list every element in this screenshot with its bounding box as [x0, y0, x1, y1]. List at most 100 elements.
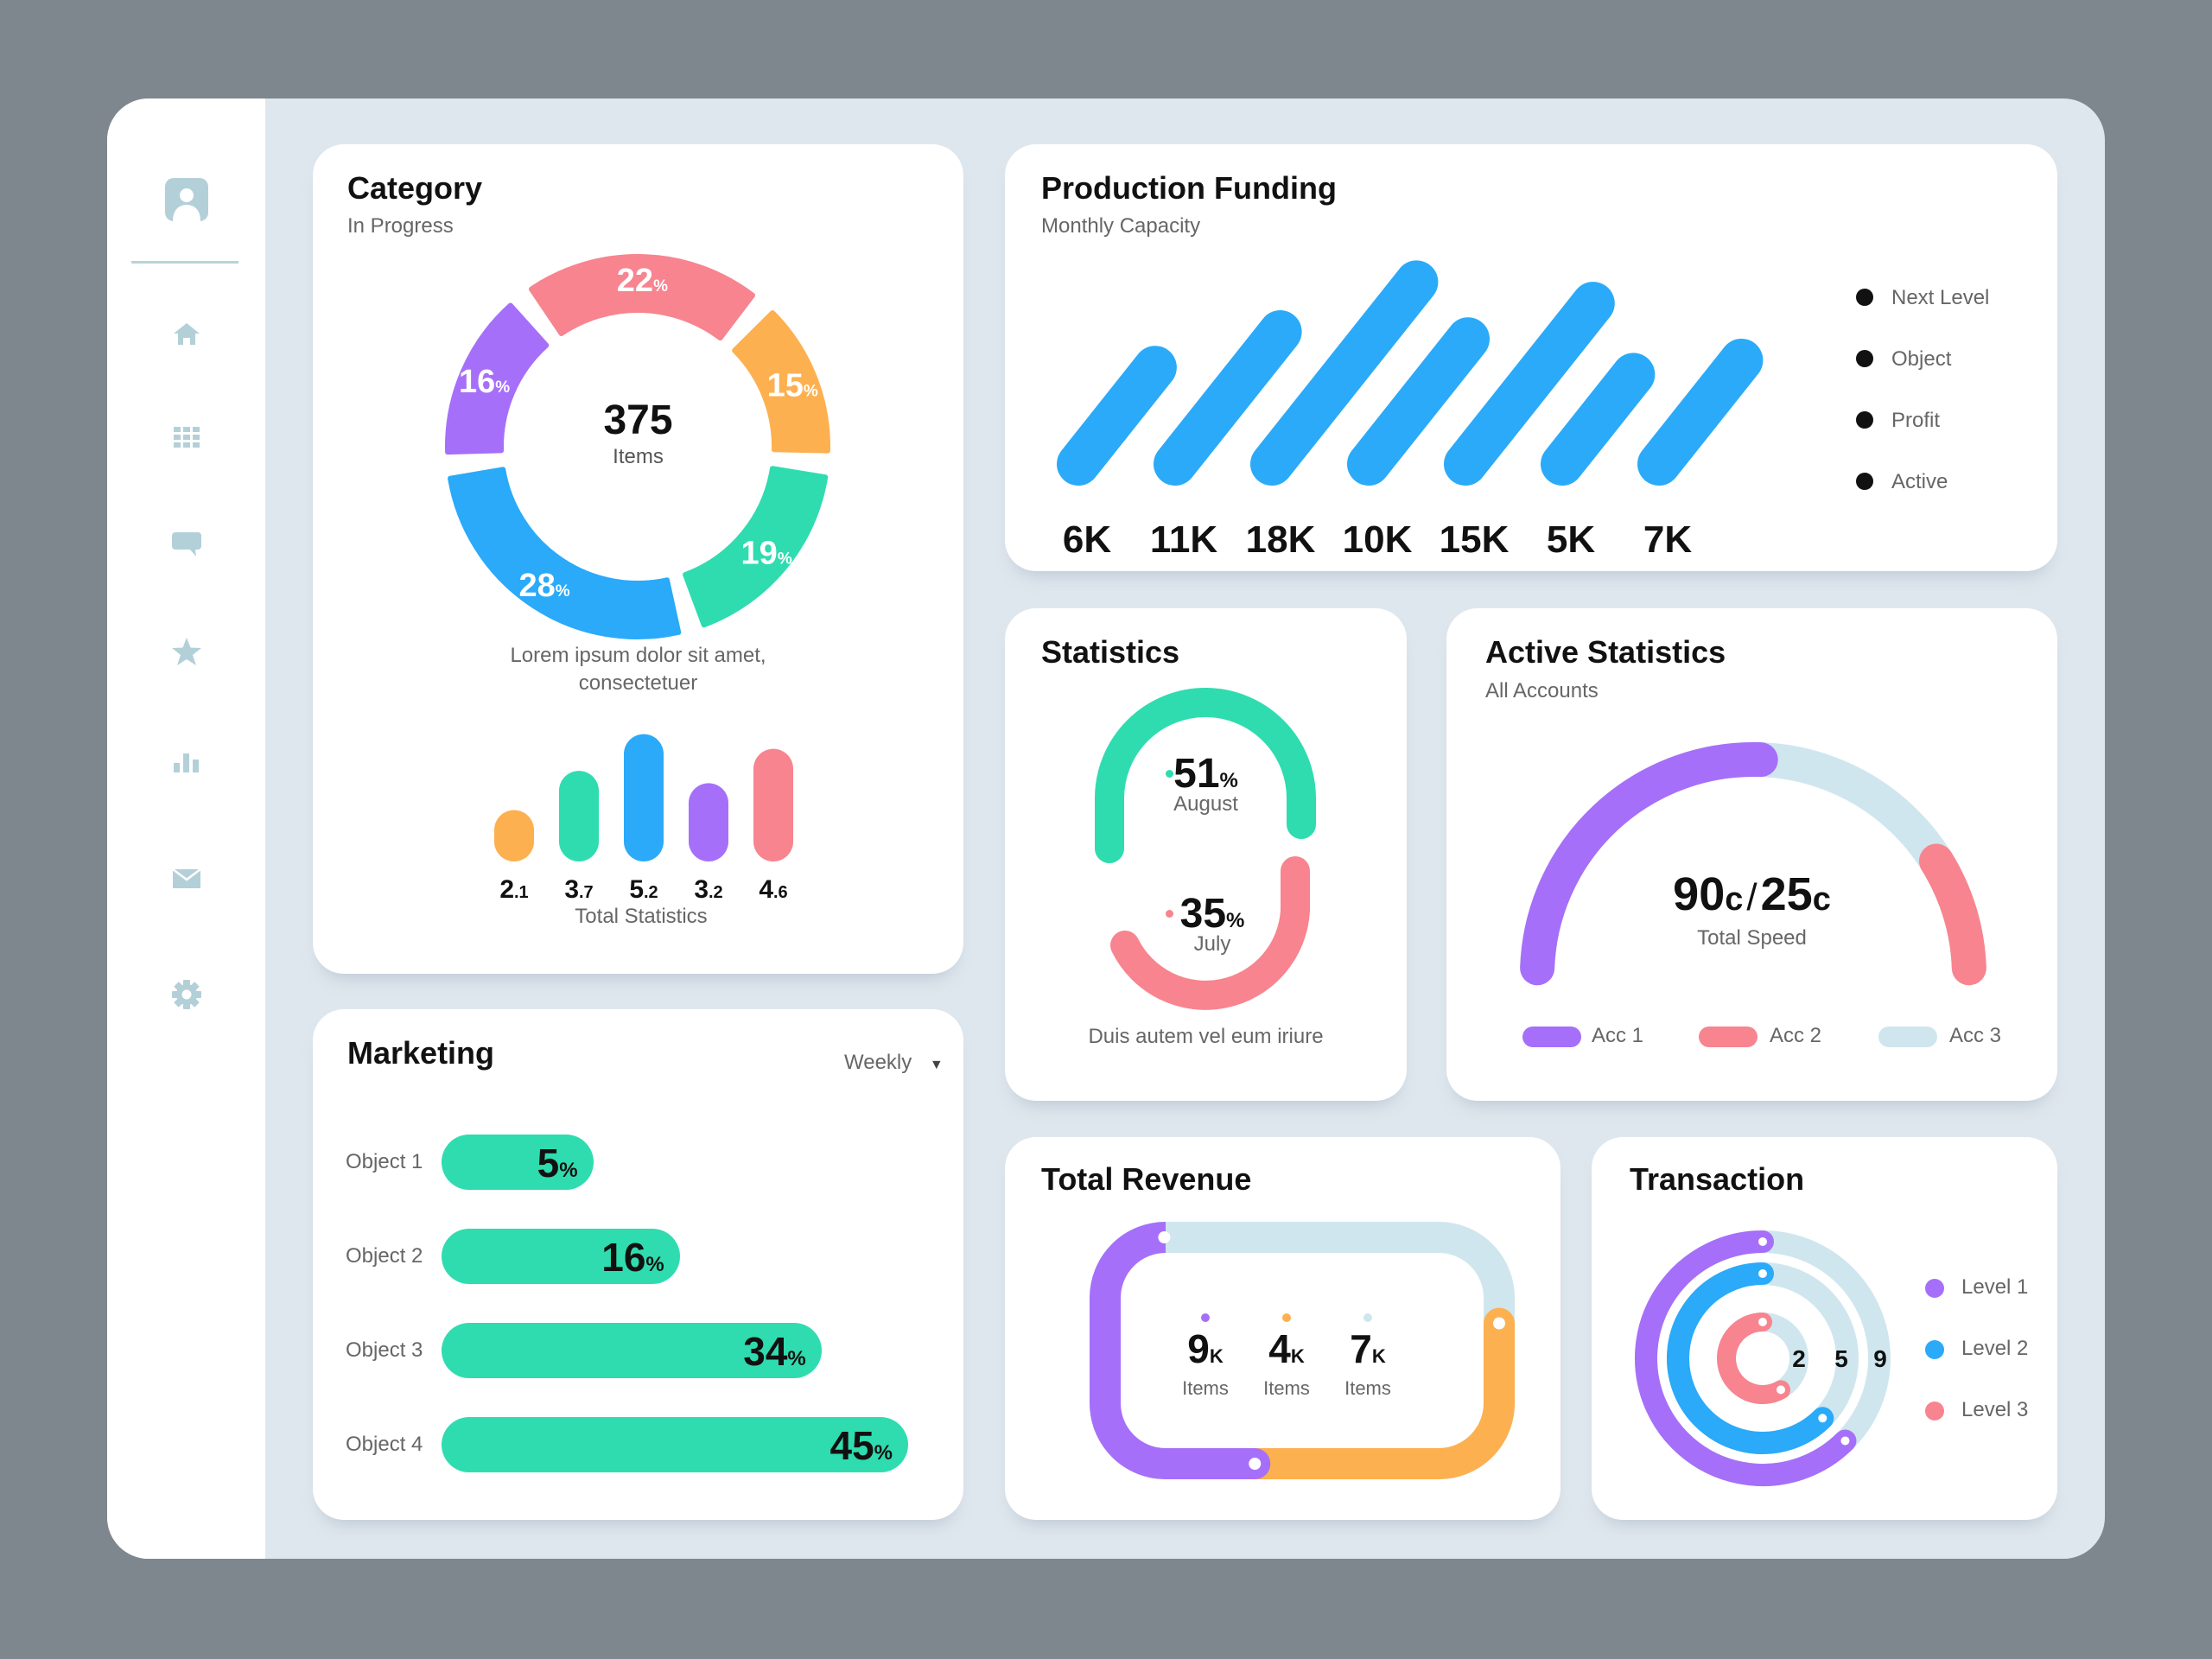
level-dot-3 [1925, 1402, 1944, 1421]
legend-item-4[interactable]: Active [1891, 470, 1948, 494]
transaction-marker-end-3 [1777, 1385, 1785, 1395]
production-funding-chart: 6K 11K 18K 10K 15K 5K 7K [1057, 260, 1764, 559]
statistics-title: Statistics [1041, 634, 1180, 670]
stat-bar-label-3: 5.2 [629, 875, 658, 904]
marketing-label-4: Object 4 [346, 1433, 423, 1456]
stat-bar-5[interactable] [753, 748, 793, 861]
stat-bar-2[interactable] [559, 771, 599, 861]
revenue-label-3: Items [1344, 1377, 1391, 1399]
speed-unit-b: c [1812, 881, 1831, 918]
funding-label-1: 6K [1063, 518, 1111, 559]
statistics-gauges [1095, 688, 1316, 1010]
star-icon[interactable] [171, 637, 202, 666]
funding-label-5: 15K [1440, 518, 1510, 559]
marketing-value-1: 5% [537, 1141, 578, 1185]
acc3-label: Acc 3 [1949, 1024, 2002, 1047]
transaction-marker-end-1 [1840, 1436, 1850, 1446]
acc3-swatch [1878, 1027, 1937, 1047]
revenue-marker-2 [1493, 1317, 1505, 1330]
stat-bar-label-5: 4.6 [759, 875, 787, 904]
marketing-label-3: Object 3 [346, 1338, 423, 1362]
category-center-value: 375 [603, 397, 673, 443]
speed-separator: / [1746, 876, 1758, 918]
funding-label-2: 11K [1150, 518, 1218, 559]
stat-bar-4[interactable] [689, 783, 728, 861]
level-dot-2 [1925, 1340, 1944, 1359]
stat-bar-label-2: 3.7 [564, 875, 593, 904]
marketing-card: Marketing Weekly ▼ Object 1 5% Object 2 16%… [313, 1009, 963, 1520]
july-value: 35 [1179, 891, 1227, 937]
funding-bar-7[interactable] [1637, 338, 1764, 486]
marketing-label-1: Object 1 [346, 1150, 423, 1173]
revenue-marker-1 [1158, 1231, 1171, 1243]
marketing-value-3: 34% [743, 1329, 806, 1374]
category-description-line1: Lorem ipsum dolor sit amet, [510, 644, 766, 667]
marketing-bar-3[interactable]: 34% [442, 1323, 822, 1378]
marketing-title: Marketing [347, 1035, 495, 1071]
transaction-value-3: 9 [1873, 1345, 1887, 1372]
revenue-value-1: 9K [1187, 1326, 1224, 1371]
period-dropdown[interactable]: Weekly ▼ [844, 1051, 944, 1075]
production-funding-card: Production Funding Monthly Capacity 6K 11… [1005, 144, 2057, 571]
category-description: Lorem ipsum dolor sit amet, consectetuer [313, 642, 963, 697]
marketing-bar-2[interactable]: 16% [442, 1229, 680, 1284]
grid-icon[interactable] [173, 427, 200, 448]
level-legend-1[interactable]: Level 1 [1961, 1275, 2028, 1300]
production-title: Production Funding [1041, 170, 1337, 206]
transaction-marker-start-3 [1758, 1318, 1767, 1326]
funding-label-3: 18K [1246, 518, 1316, 559]
legend-item-2[interactable]: Object [1891, 347, 1951, 372]
funding-label-7: 7K [1643, 518, 1692, 559]
revenue-dot-3 [1363, 1313, 1372, 1322]
legend-dot-3 [1856, 411, 1873, 429]
category-description-line2: consectetuer [578, 671, 698, 695]
statistics-july: 35% July [1005, 890, 1420, 957]
sidebar-divider [131, 261, 238, 264]
august-dot [1166, 770, 1173, 778]
revenue-dot-2 [1282, 1313, 1291, 1322]
legend-item-1[interactable]: Next Level [1891, 286, 1989, 310]
revenue-marker-3 [1249, 1458, 1262, 1470]
total-speed-label: Total Speed [1697, 926, 1807, 950]
active-statistics-card: Active Statistics All Accounts 90c/25c T… [1446, 608, 2057, 1101]
marketing-bar-4[interactable]: 45% [442, 1417, 908, 1472]
donut-slice-4[interactable] [448, 467, 682, 639]
marketing-value-4: 45% [830, 1423, 893, 1468]
user-avatar-icon[interactable] [163, 176, 210, 223]
acc2-swatch [1699, 1027, 1758, 1047]
bar-chart-icon[interactable] [173, 753, 200, 772]
july-dot [1166, 910, 1173, 918]
revenue-value-2: 4K [1268, 1326, 1305, 1371]
statistics-caption: Duis autem vel eum iriure [1088, 1025, 1324, 1048]
statistics-august: 51% August [1005, 750, 1407, 817]
acc2-label: Acc 2 [1770, 1024, 1822, 1047]
transaction-card: Transaction 259 Level 1 Level 2 Level 3 [1592, 1137, 2057, 1520]
mail-icon[interactable] [172, 869, 200, 888]
funding-bar-6[interactable] [1541, 353, 1656, 486]
revenue-dot-1 [1201, 1313, 1210, 1322]
transaction-marker-start-1 [1758, 1237, 1767, 1246]
speed-unit-a: c [1725, 881, 1744, 918]
statistics-card: Statistics 51% August 35% July Duis aute… [1005, 608, 1407, 1101]
stat-bar-1[interactable] [494, 810, 534, 862]
july-label: July [1193, 932, 1231, 956]
level-legend-3[interactable]: Level 3 [1961, 1398, 2028, 1422]
total-statistics-bar-chart: 2.1 3.7 5.2 3.2 4.6 [494, 734, 793, 904]
july-percent: % [1226, 909, 1245, 932]
transaction-marker-start-2 [1758, 1269, 1767, 1278]
transaction-marker-end-2 [1818, 1414, 1827, 1423]
gear-icon[interactable] [171, 980, 201, 1009]
home-icon[interactable] [173, 321, 200, 346]
dashboard-frame: Category In Progress 22% 15% 19% 28% 16% 375… [107, 99, 2105, 1559]
level-legend-2[interactable]: Level 2 [1961, 1337, 2028, 1361]
marketing-bar-1[interactable]: 5% [442, 1135, 594, 1190]
august-percent: % [1219, 769, 1238, 792]
august-label: August [1173, 792, 1238, 816]
chevron-down-icon: ▼ [929, 1058, 944, 1072]
stat-bar-3[interactable] [624, 734, 664, 861]
revenue-value-3: 7K [1350, 1326, 1386, 1371]
chat-icon[interactable] [171, 532, 201, 558]
funding-bar-1[interactable] [1057, 346, 1177, 486]
legend-item-3[interactable]: Profit [1891, 409, 1940, 433]
sidebar [107, 99, 265, 1559]
